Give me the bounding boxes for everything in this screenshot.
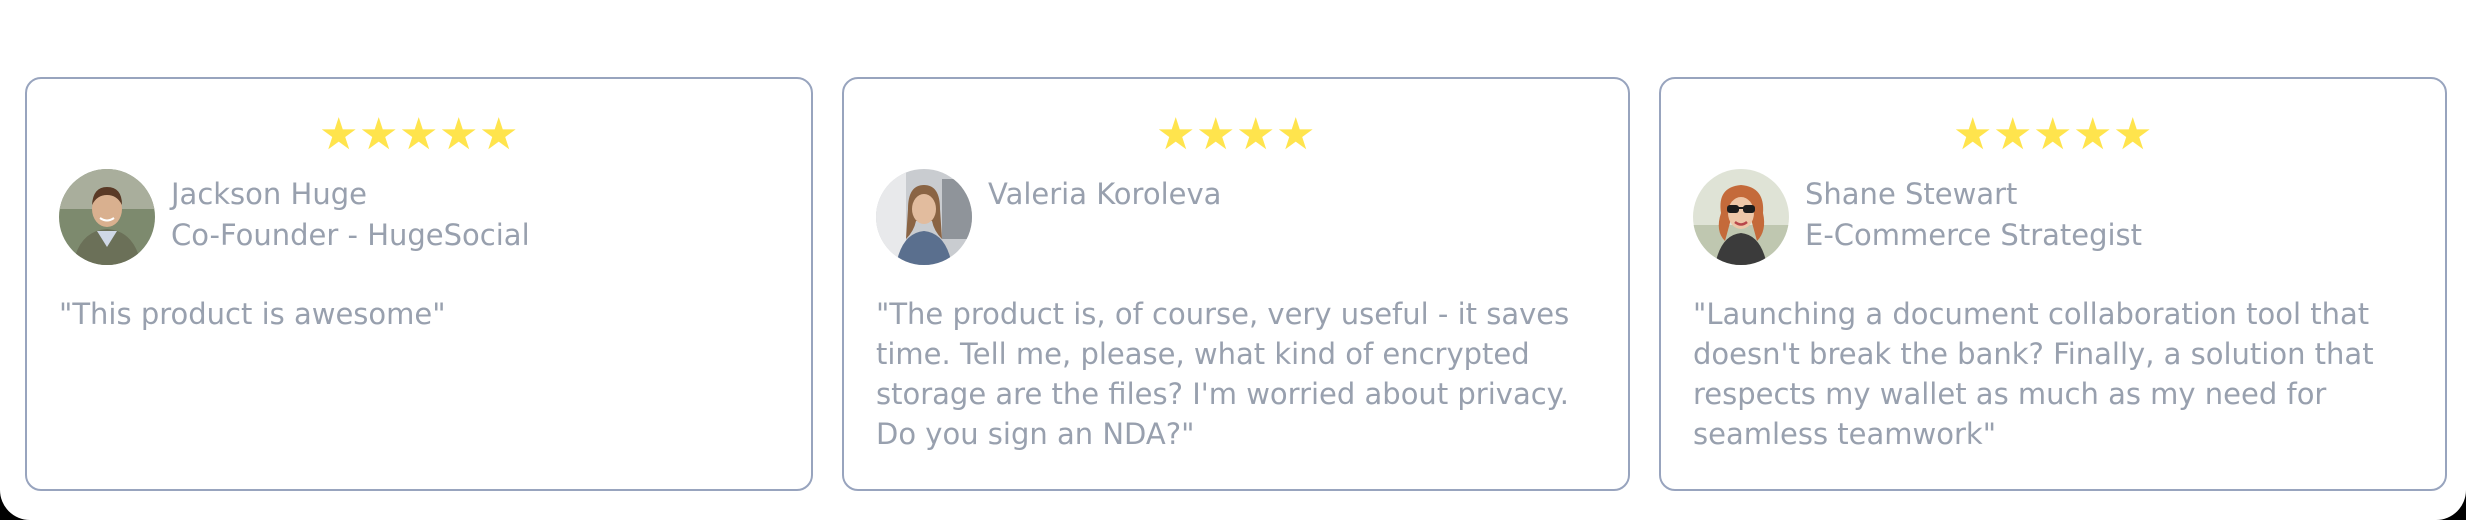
star-icon: ★ <box>1236 109 1277 160</box>
star-icon: ★ <box>439 109 480 160</box>
reviewer-identity: Jackson Huge Co-Founder - HugeSocial <box>171 174 530 256</box>
testimonial-card: ★★★★★ Shane Stewart E-Commerce Strategis… <box>1659 77 2447 491</box>
star-icon: ★ <box>1276 109 1317 160</box>
avatar-photo-icon <box>59 169 155 265</box>
reviewer-title: E-Commerce Strategist <box>1805 218 2143 252</box>
reviewer-profile: Jackson Huge Co-Founder - HugeSocial <box>59 169 530 265</box>
reviewer-name: Shane Stewart <box>1805 177 2018 211</box>
star-rating: ★★★★★ <box>1661 113 2445 157</box>
star-icon: ★ <box>359 109 400 160</box>
star-icon: ★ <box>399 109 440 160</box>
star-icon: ★ <box>319 109 360 160</box>
avatar-photo-icon <box>876 169 972 265</box>
star-rating: ★★★★ <box>844 113 1628 157</box>
avatar <box>59 169 155 265</box>
reviewer-name: Jackson Huge <box>171 177 367 211</box>
reviewer-identity: Valeria Koroleva <box>988 174 1221 215</box>
testimonial-quote: "The product is, of course, very useful … <box>876 297 1570 451</box>
star-icon: ★ <box>2113 109 2154 160</box>
star-icon: ★ <box>1953 109 1994 160</box>
testimonial-quote: "This product is awesome" <box>59 297 446 331</box>
star-icon: ★ <box>479 109 520 160</box>
avatar <box>1693 169 1789 265</box>
testimonial-quote: "Launching a document collaboration tool… <box>1693 297 2374 451</box>
testimonial-card: ★★★★★ Jackson Huge Co-Founder - HugeSoci… <box>25 77 813 491</box>
star-icon: ★ <box>2073 109 2114 160</box>
reviewer-identity: Shane Stewart E-Commerce Strategist <box>1805 174 2142 256</box>
reviewer-name: Valeria Koroleva <box>988 177 1222 211</box>
star-icon: ★ <box>1993 109 2034 160</box>
star-icon: ★ <box>1156 109 1197 160</box>
testimonials-section: ★★★★★ Jackson Huge Co-Founder - HugeSoci… <box>0 0 2466 520</box>
reviewer-profile: Shane Stewart E-Commerce Strategist <box>1693 169 2142 265</box>
star-rating: ★★★★★ <box>27 113 811 157</box>
testimonial-card: ★★★★ Valeria Koroleva "The product is, o… <box>842 77 1630 491</box>
star-icon: ★ <box>1196 109 1237 160</box>
avatar <box>876 169 972 265</box>
avatar-photo-icon <box>1693 169 1789 265</box>
star-icon: ★ <box>2033 109 2074 160</box>
testimonial-cards: ★★★★★ Jackson Huge Co-Founder - HugeSoci… <box>25 77 2447 491</box>
reviewer-title: Co-Founder - HugeSocial <box>171 218 530 252</box>
reviewer-profile: Valeria Koroleva <box>876 169 1221 265</box>
